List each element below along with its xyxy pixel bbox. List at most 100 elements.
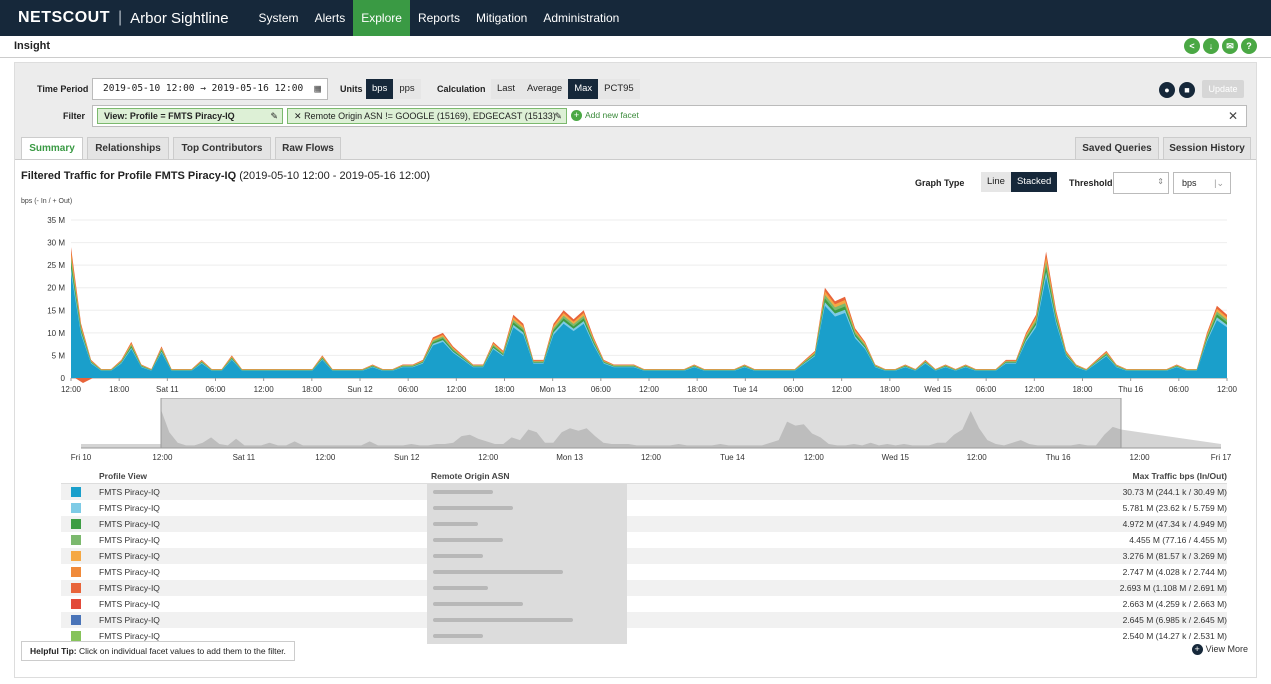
clear-filter-icon[interactable]: ✕ bbox=[1228, 109, 1238, 123]
chart-title: Filtered Traffic for Profile FMTS Piracy… bbox=[21, 170, 430, 182]
units-bps[interactable]: bps bbox=[366, 79, 394, 99]
nav-alerts[interactable]: Alerts bbox=[307, 0, 354, 36]
nav-mitigation[interactable]: Mitigation bbox=[468, 0, 535, 36]
redacted-asn-cell[interactable] bbox=[427, 484, 627, 500]
profile-view-cell[interactable]: FMTS Piracy-IQ bbox=[99, 487, 160, 497]
bell-icon[interactable]: ● bbox=[1159, 82, 1175, 98]
help-icon[interactable]: ? bbox=[1241, 38, 1257, 54]
profile-view-cell[interactable]: FMTS Piracy-IQ bbox=[99, 535, 160, 545]
overview-tick-label: Fri 17 bbox=[1211, 453, 1232, 462]
brand-logo: NETSCOUT bbox=[18, 9, 110, 26]
page-actions: < ↓ ✉ ? bbox=[1184, 38, 1257, 54]
filter-chip-asn[interactable]: ✕ Remote Origin ASN != GOOGLE (15169), E… bbox=[287, 108, 567, 124]
profile-view-cell[interactable]: FMTS Piracy-IQ bbox=[99, 567, 160, 577]
x-tick-label: 12:00 bbox=[61, 385, 82, 394]
col-remote-origin-asn: Remote Origin ASN bbox=[431, 471, 510, 481]
pencil-icon[interactable]: ✎ bbox=[554, 109, 562, 123]
threshold-unit-select[interactable]: bps |⌄ bbox=[1173, 172, 1231, 194]
profile-view-cell[interactable]: FMTS Piracy-IQ bbox=[99, 583, 160, 593]
share-icon[interactable]: < bbox=[1184, 38, 1200, 54]
x-tick-label: 18:00 bbox=[302, 385, 323, 394]
table-row[interactable]: FMTS Piracy-IQ 5.781 M (23.62 k / 5.759 M… bbox=[61, 500, 1227, 516]
add-facet-button[interactable]: + Add new facet bbox=[571, 110, 639, 122]
tab-saved-queries[interactable]: Saved Queries bbox=[1075, 137, 1159, 159]
email-icon[interactable]: ✉ bbox=[1222, 38, 1238, 54]
update-button[interactable]: Update bbox=[1202, 80, 1244, 98]
view-more-button[interactable]: + View More bbox=[1191, 644, 1248, 655]
area-series-6[interactable] bbox=[71, 273, 1227, 378]
max-traffic-cell: 3.276 M (81.57 k / 3.269 M) bbox=[1122, 551, 1227, 561]
range-selector[interactable] bbox=[160, 398, 1122, 449]
profile-view-cell[interactable]: FMTS Piracy-IQ bbox=[99, 519, 160, 529]
max-traffic-cell: 2.747 M (4.028 k / 2.744 M) bbox=[1122, 567, 1227, 577]
max-traffic-cell: 30.73 M (244.1 k / 30.49 M) bbox=[1122, 487, 1227, 497]
filter-bar[interactable]: View: Profile = FMTS Piracy-IQ ✎ ✕ Remot… bbox=[92, 105, 1247, 127]
nav-system[interactable]: System bbox=[251, 0, 307, 36]
x-tick-label: 06:00 bbox=[1169, 385, 1190, 394]
y-tick-label: 30 M bbox=[47, 239, 65, 248]
calc-pct95[interactable]: PCT95 bbox=[598, 79, 640, 99]
table-row[interactable]: FMTS Piracy-IQ 4.972 M (47.34 k / 4.949 M… bbox=[61, 516, 1227, 532]
series-swatch bbox=[71, 503, 81, 513]
overview-tick-label: 12:00 bbox=[478, 453, 499, 462]
table-row[interactable]: FMTS Piracy-IQ 4.455 M (77.16 / 4.455 M) bbox=[61, 532, 1227, 548]
filter-chip-asn-text: Remote Origin ASN != GOOGLE (15169), EDG… bbox=[304, 111, 556, 121]
series-swatch bbox=[71, 567, 81, 577]
threshold-input[interactable]: ⇕ bbox=[1113, 172, 1169, 194]
profile-view-cell[interactable]: FMTS Piracy-IQ bbox=[99, 599, 160, 609]
profile-view-cell[interactable]: FMTS Piracy-IQ bbox=[99, 503, 160, 513]
overview-tick-label: 12:00 bbox=[804, 453, 825, 462]
table-row[interactable]: FMTS Piracy-IQ 2.645 M (6.985 k / 2.645 M… bbox=[61, 612, 1227, 628]
nav-reports[interactable]: Reports bbox=[410, 0, 468, 36]
graph-type-stacked[interactable]: Stacked bbox=[1010, 172, 1058, 192]
chart-title-range: (2019-05-10 12:00 - 2019-05-16 12:00) bbox=[239, 170, 431, 182]
redacted-asn-cell[interactable] bbox=[427, 564, 627, 580]
tab-relationships[interactable]: Relationships bbox=[87, 137, 169, 159]
spinner-icon[interactable]: ⇕ bbox=[1157, 177, 1164, 186]
tab-summary[interactable]: Summary bbox=[21, 137, 83, 160]
nav-explore[interactable]: Explore bbox=[353, 0, 410, 36]
table-row[interactable]: FMTS Piracy-IQ 2.693 M (1.108 M / 2.691 M… bbox=[61, 580, 1227, 596]
calendar-icon[interactable]: ▦ bbox=[314, 79, 321, 99]
threshold-label: Threshold bbox=[1069, 178, 1113, 188]
profile-view-cell[interactable]: FMTS Piracy-IQ bbox=[99, 551, 160, 561]
nav-administration[interactable]: Administration bbox=[535, 0, 627, 36]
redacted-asn-cell[interactable] bbox=[427, 516, 627, 532]
overview-chart[interactable]: Fri 10 12:00 Sat 11 12:00 Sun 12 12:00 Mon 13 1… bbox=[15, 398, 1256, 468]
redacted-asn-cell[interactable] bbox=[427, 612, 627, 628]
tab-top-contributors[interactable]: Top Contributors bbox=[173, 137, 271, 159]
redacted-asn-cell[interactable] bbox=[427, 500, 627, 516]
profile-view-cell[interactable]: FMTS Piracy-IQ bbox=[99, 631, 160, 641]
x-tick-label: 12:00 bbox=[832, 385, 853, 394]
overview-tick-label: Thu 16 bbox=[1046, 453, 1071, 462]
calc-last[interactable]: Last bbox=[491, 79, 521, 99]
units-pps[interactable]: pps bbox=[393, 79, 421, 99]
profile-view-cell[interactable]: FMTS Piracy-IQ bbox=[99, 615, 160, 625]
redacted-asn-cell[interactable] bbox=[427, 532, 627, 548]
remove-chip-icon[interactable]: ✕ bbox=[294, 111, 302, 121]
units-label: Units bbox=[340, 84, 363, 94]
redacted-asn-cell[interactable] bbox=[427, 596, 627, 612]
calc-average[interactable]: Average bbox=[520, 79, 569, 99]
pencil-icon[interactable]: ✎ bbox=[270, 109, 278, 123]
summary-content: Filtered Traffic for Profile FMTS Piracy… bbox=[15, 159, 1256, 677]
table-row[interactable]: FMTS Piracy-IQ 2.663 M (4.259 k / 2.663 M… bbox=[61, 596, 1227, 612]
save-icon[interactable]: ■ bbox=[1179, 82, 1195, 98]
redacted-asn-cell[interactable] bbox=[427, 580, 627, 596]
redacted-asn-cell[interactable] bbox=[427, 628, 627, 644]
table-row[interactable]: FMTS Piracy-IQ 30.73 M (244.1 k / 30.49 M… bbox=[61, 484, 1227, 500]
redacted-asn-cell[interactable] bbox=[427, 548, 627, 564]
plus-icon: + bbox=[571, 110, 582, 122]
tab-session-history[interactable]: Session History bbox=[1163, 137, 1251, 159]
graph-type-line[interactable]: Line bbox=[981, 172, 1011, 192]
calc-max[interactable]: Max bbox=[568, 79, 599, 99]
table-row[interactable]: FMTS Piracy-IQ 2.747 M (4.028 k / 2.744 M… bbox=[61, 564, 1227, 580]
time-period-field[interactable]: 2019-05-10 12:00 → 2019-05-16 12:00 ▦ bbox=[92, 78, 328, 100]
filter-chip-view[interactable]: View: Profile = FMTS Piracy-IQ ✎ bbox=[97, 108, 283, 124]
chart-title-main: Filtered Traffic for Profile FMTS Piracy… bbox=[21, 170, 237, 182]
table-row[interactable]: FMTS Piracy-IQ 3.276 M (81.57 k / 3.269 M… bbox=[61, 548, 1227, 564]
x-tick-label: Mon 13 bbox=[539, 385, 566, 394]
tip-text: Click on individual facet values to add … bbox=[78, 646, 286, 656]
tab-raw-flows[interactable]: Raw Flows bbox=[275, 137, 341, 159]
download-icon[interactable]: ↓ bbox=[1203, 38, 1219, 54]
